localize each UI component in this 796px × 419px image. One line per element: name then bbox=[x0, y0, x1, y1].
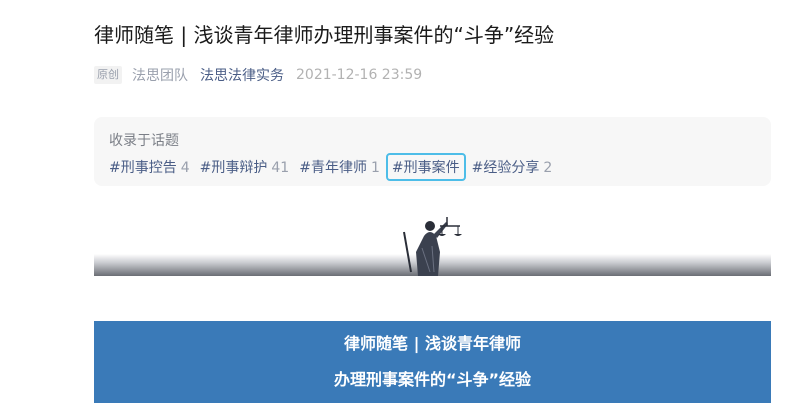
title-banner: 律师随笔 | 浅谈青年律师 办理刑事案件的“斗争”经验 bbox=[94, 321, 771, 403]
tag-label: #青年律师 bbox=[299, 160, 367, 176]
topic-tag-criminal-case[interactable]: #刑事案件 bbox=[385, 153, 466, 181]
tag-label: #经验分享 bbox=[471, 160, 540, 176]
tag-row: #刑事控告 4 #刑事辩护 41 #青年律师 1 #刑事案件 #经验分享 2 bbox=[109, 153, 562, 181]
topic-tag-criminal-defense[interactable]: #刑事辩护 41 bbox=[200, 155, 290, 179]
banner-line-1: 律师随笔 | 浅谈青年律师 bbox=[344, 334, 521, 353]
tag-count: 4 bbox=[180, 160, 190, 176]
topic-heading: 收录于话题 bbox=[109, 133, 179, 149]
tag-count: 2 bbox=[543, 160, 553, 176]
tag-count: 41 bbox=[271, 160, 290, 176]
header-image bbox=[94, 212, 771, 276]
article-page: 律师随笔 | 浅谈青年律师办理刑事案件的“斗争”经验 原创 法思团队 法思法律实… bbox=[0, 0, 796, 419]
tag-label: #刑事控告 bbox=[109, 160, 177, 176]
article-title: 律师随笔 | 浅谈青年律师办理刑事案件的“斗争”经验 bbox=[94, 23, 555, 47]
article-meta: 原创 法思团队 法思法律实务 2021-12-16 23:59 bbox=[94, 65, 422, 85]
banner-line-2: 办理刑事案件的“斗争”经验 bbox=[333, 370, 532, 389]
tag-label: #刑事案件 bbox=[391, 160, 460, 176]
author-name: 法思团队 bbox=[132, 68, 188, 84]
tag-label: #刑事辩护 bbox=[199, 160, 268, 176]
account-link[interactable]: 法思法律实务 bbox=[200, 65, 284, 85]
topic-tag-young-lawyer[interactable]: #青年律师 1 bbox=[299, 155, 380, 179]
original-badge: 原创 bbox=[94, 66, 122, 84]
topic-tag-criminal-complaint[interactable]: #刑事控告 4 bbox=[109, 155, 190, 179]
tag-count: 1 bbox=[370, 160, 380, 176]
publish-time: 2021-12-16 23:59 bbox=[296, 67, 423, 83]
topic-tag-experience-sharing[interactable]: #经验分享 2 bbox=[472, 155, 553, 179]
topic-card: 收录于话题 #刑事控告 4 #刑事辩护 41 #青年律师 1 #刑事案件 #经验分享 2 bbox=[94, 117, 771, 186]
justice-statue-icon bbox=[403, 217, 462, 276]
